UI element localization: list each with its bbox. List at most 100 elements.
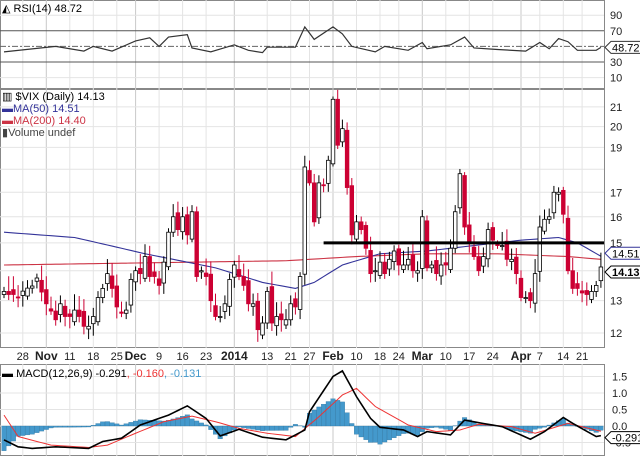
candle-body bbox=[551, 191, 557, 214]
macd-histogram-bar bbox=[62, 425, 68, 428]
candle bbox=[485, 222, 491, 268]
macd-histogram-bar bbox=[424, 425, 430, 429]
macd-histogram-bar bbox=[25, 425, 30, 436]
candle bbox=[420, 210, 425, 279]
candle-body bbox=[495, 244, 500, 246]
candle bbox=[161, 256, 166, 294]
macd-histogram-bar bbox=[128, 422, 134, 427]
macd-histogram-bar bbox=[433, 425, 439, 428]
candle bbox=[114, 274, 119, 319]
candle-body bbox=[246, 280, 251, 305]
candle bbox=[575, 272, 580, 296]
macd-histogram-bar bbox=[269, 425, 275, 431]
candle bbox=[579, 280, 585, 303]
macd-histogram-bar bbox=[1, 425, 7, 451]
macd-histogram-bar bbox=[203, 424, 209, 427]
macd-histogram-bar bbox=[29, 425, 35, 435]
candle bbox=[288, 295, 293, 326]
candle bbox=[293, 292, 298, 315]
candle bbox=[185, 206, 190, 245]
candle-body bbox=[241, 276, 246, 286]
macd-histogram-bar bbox=[72, 425, 77, 428]
candle-body bbox=[490, 227, 495, 241]
candle-body bbox=[391, 250, 397, 262]
candle-body bbox=[443, 262, 448, 266]
candle-body bbox=[91, 316, 96, 325]
x-tick-label: 23 bbox=[200, 351, 212, 363]
candle bbox=[95, 291, 101, 326]
candle bbox=[340, 119, 345, 147]
candle-body bbox=[307, 170, 312, 184]
candle bbox=[481, 247, 486, 274]
candle-body bbox=[124, 309, 129, 314]
candle-body bbox=[467, 224, 472, 244]
candle bbox=[297, 272, 303, 320]
x-tick-label: Dec bbox=[125, 349, 147, 363]
candle bbox=[528, 288, 533, 309]
candle-body bbox=[349, 185, 354, 236]
candle-body bbox=[217, 316, 223, 318]
candle-body bbox=[194, 211, 199, 277]
macd-histogram-bar bbox=[81, 425, 87, 428]
macd-histogram-bar bbox=[330, 398, 336, 427]
candle-body bbox=[382, 261, 387, 275]
macd-histogram-bar bbox=[372, 425, 378, 443]
candle-body bbox=[410, 254, 416, 272]
candle bbox=[316, 175, 322, 224]
candle-body bbox=[448, 247, 453, 270]
candle-body bbox=[142, 256, 148, 279]
candle-body bbox=[236, 269, 242, 277]
candle-body bbox=[584, 290, 589, 295]
candle-body bbox=[326, 159, 331, 184]
candle-body bbox=[561, 189, 566, 215]
candle bbox=[227, 273, 232, 316]
candle-body bbox=[537, 226, 542, 272]
candle-body bbox=[565, 217, 571, 272]
candle-body bbox=[368, 250, 373, 275]
candle bbox=[199, 266, 204, 279]
candle-body bbox=[575, 283, 580, 289]
candle bbox=[358, 216, 364, 235]
candle bbox=[283, 309, 289, 329]
macd-histogram-bar bbox=[278, 425, 284, 431]
candle bbox=[349, 178, 354, 245]
x-tick-label: 2014 bbox=[221, 349, 248, 363]
candle-body bbox=[20, 290, 25, 296]
candle bbox=[476, 245, 481, 276]
macd-histogram-bar bbox=[593, 425, 599, 433]
candle bbox=[62, 299, 68, 327]
candle-body bbox=[358, 221, 364, 231]
macd-histogram-bar bbox=[123, 423, 129, 427]
candle bbox=[401, 250, 406, 274]
candle bbox=[537, 215, 542, 282]
rsi-tick-label: 90 bbox=[610, 10, 622, 22]
candle bbox=[598, 252, 604, 288]
macd-histogram-bar bbox=[325, 401, 331, 427]
candle-body bbox=[39, 279, 44, 293]
candle-body bbox=[434, 260, 439, 275]
candle-body bbox=[283, 319, 289, 326]
candle bbox=[222, 295, 228, 320]
candle bbox=[77, 296, 82, 323]
rsi-icon: ◭ bbox=[2, 3, 14, 15]
candle bbox=[260, 316, 265, 340]
candle bbox=[213, 293, 218, 321]
candle-body bbox=[100, 288, 105, 298]
candle-body bbox=[297, 276, 303, 310]
candle-body bbox=[180, 216, 185, 233]
candle bbox=[156, 271, 162, 295]
candle-body bbox=[58, 303, 63, 315]
x-tick-label: 13 bbox=[261, 351, 273, 363]
candle-body bbox=[401, 264, 406, 270]
macd-histogram-bar bbox=[283, 425, 289, 431]
candle bbox=[504, 229, 510, 267]
candle bbox=[584, 282, 589, 306]
x-tick-label: 10 bbox=[350, 351, 362, 363]
candle bbox=[523, 291, 528, 304]
candle bbox=[382, 252, 387, 279]
candle bbox=[532, 259, 538, 313]
candle bbox=[514, 248, 519, 285]
candle bbox=[236, 255, 242, 281]
macd-tick-label: 1.5 bbox=[612, 372, 627, 384]
rsi-title: RSI(14) 48.72 bbox=[13, 3, 82, 15]
